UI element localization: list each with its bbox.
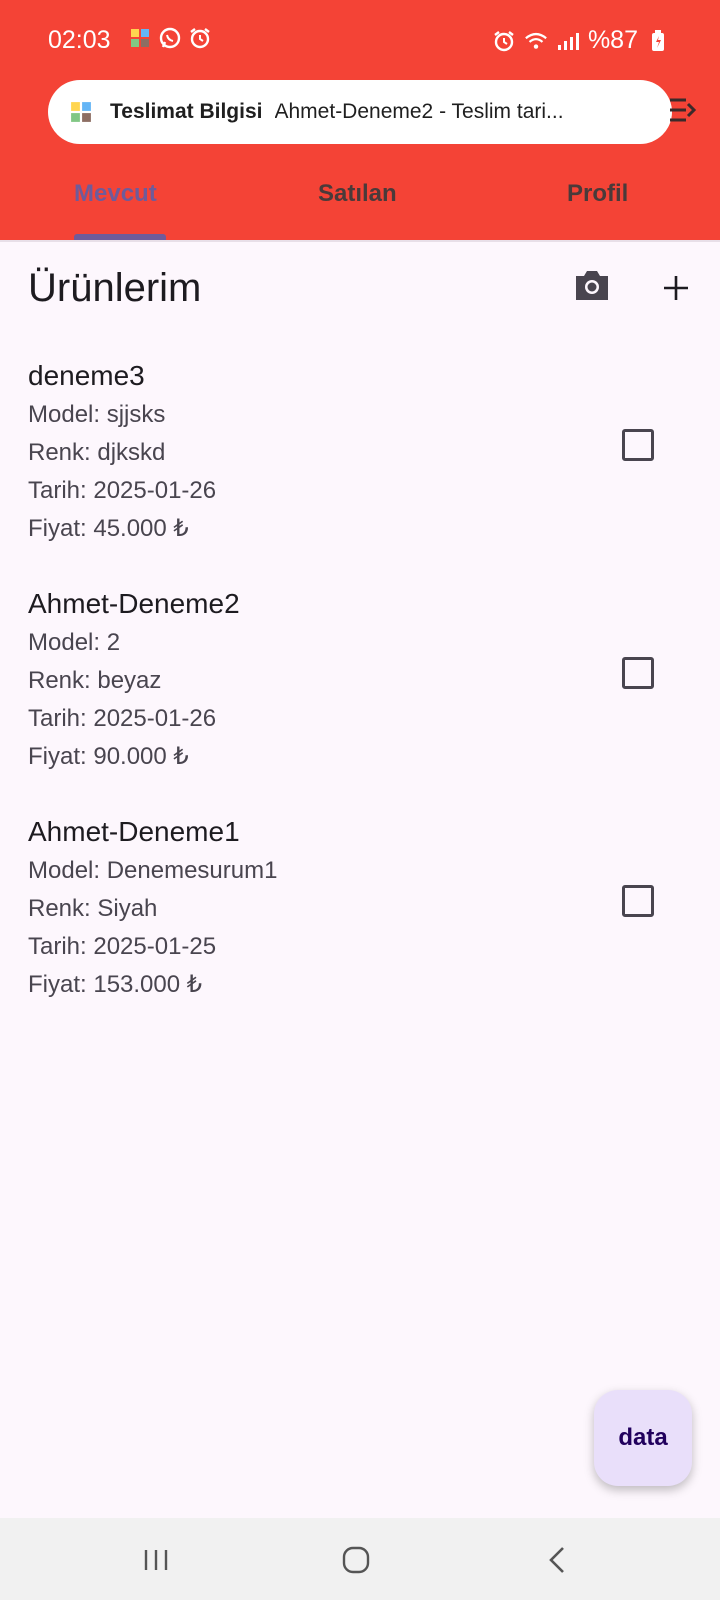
product-price: Fiyat: 153.000 ₺ bbox=[28, 971, 203, 998]
product-item[interactable]: deneme3 Model: sjjsks Renk: djkskd Tarih… bbox=[28, 356, 678, 548]
status-time: 02:03 bbox=[48, 26, 111, 54]
system-nav-bar bbox=[0, 1518, 720, 1600]
product-price: Fiyat: 45.000 ₺ bbox=[28, 515, 189, 542]
app-notification-icon bbox=[128, 26, 152, 50]
app-bar: 02:03 %87 Teslimat Bilgisi Ahmet-Deneme2… bbox=[0, 0, 720, 240]
signal-icon bbox=[556, 29, 580, 53]
product-date: Tarih: 2025-01-26 bbox=[28, 477, 217, 504]
camera-button[interactable] bbox=[572, 268, 616, 308]
product-model: Model: sjjsks bbox=[28, 401, 166, 428]
product-color: Renk: beyaz bbox=[28, 667, 162, 694]
alarm-icon bbox=[188, 26, 212, 50]
product-color: Renk: Siyah bbox=[28, 895, 158, 922]
status-left-icons bbox=[128, 26, 212, 50]
notification-title: Teslimat Bilgisi bbox=[110, 100, 263, 123]
product-date: Tarih: 2025-01-25 bbox=[28, 933, 217, 960]
notification-body: Ahmet-Deneme2 - Teslim tari... bbox=[274, 100, 564, 123]
notification-banner[interactable]: Teslimat Bilgisi Ahmet-Deneme2 - Teslim … bbox=[48, 80, 672, 144]
product-name: Ahmet-Deneme1 bbox=[28, 816, 240, 847]
app-notification-icon bbox=[70, 101, 92, 123]
product-checkbox[interactable] bbox=[622, 885, 654, 917]
product-checkbox[interactable] bbox=[622, 657, 654, 689]
recent-apps-icon bbox=[144, 1550, 168, 1570]
battery-percent: %87 bbox=[587, 26, 638, 54]
tab-mevcut[interactable]: Mevcut bbox=[74, 180, 157, 208]
tab-bar: Mevcut Satılan Profil bbox=[0, 170, 720, 240]
logout-icon[interactable] bbox=[662, 90, 702, 130]
wifi-icon bbox=[524, 29, 548, 53]
back-button[interactable] bbox=[538, 1540, 578, 1580]
page-title: Ürünlerim bbox=[28, 266, 202, 310]
camera-icon bbox=[576, 271, 608, 300]
product-date: Tarih: 2025-01-26 bbox=[28, 705, 217, 732]
product-name: Ahmet-Deneme2 bbox=[28, 588, 240, 619]
tab-divider bbox=[0, 240, 720, 242]
plus-icon bbox=[664, 276, 688, 300]
product-item[interactable]: Ahmet-Deneme1 Model: Denemesurum1 Renk: … bbox=[28, 812, 678, 1004]
recent-apps-button[interactable] bbox=[136, 1540, 176, 1580]
whatsapp-icon bbox=[158, 26, 182, 50]
home-icon bbox=[342, 1546, 370, 1574]
battery-charging-icon bbox=[646, 29, 670, 53]
data-fab-button[interactable]: data bbox=[594, 1390, 692, 1486]
add-button[interactable] bbox=[656, 268, 696, 308]
tab-profil[interactable]: Profil bbox=[567, 180, 628, 208]
status-bar: 02:03 %87 bbox=[0, 20, 720, 60]
home-button[interactable] bbox=[336, 1540, 376, 1580]
product-color: Renk: djkskd bbox=[28, 439, 166, 466]
alarm-icon bbox=[492, 29, 516, 53]
status-right-icons: %87 bbox=[492, 26, 670, 55]
product-name: deneme3 bbox=[28, 360, 145, 391]
product-item[interactable]: Ahmet-Deneme2 Model: 2 Renk: beyaz Tarih… bbox=[28, 584, 678, 776]
product-model: Model: 2 bbox=[28, 629, 121, 656]
product-checkbox[interactable] bbox=[622, 429, 654, 461]
back-icon bbox=[549, 1547, 564, 1573]
product-model: Model: Denemesurum1 bbox=[28, 857, 278, 884]
tab-satilan[interactable]: Satılan bbox=[318, 180, 397, 208]
product-price: Fiyat: 90.000 ₺ bbox=[28, 743, 189, 770]
